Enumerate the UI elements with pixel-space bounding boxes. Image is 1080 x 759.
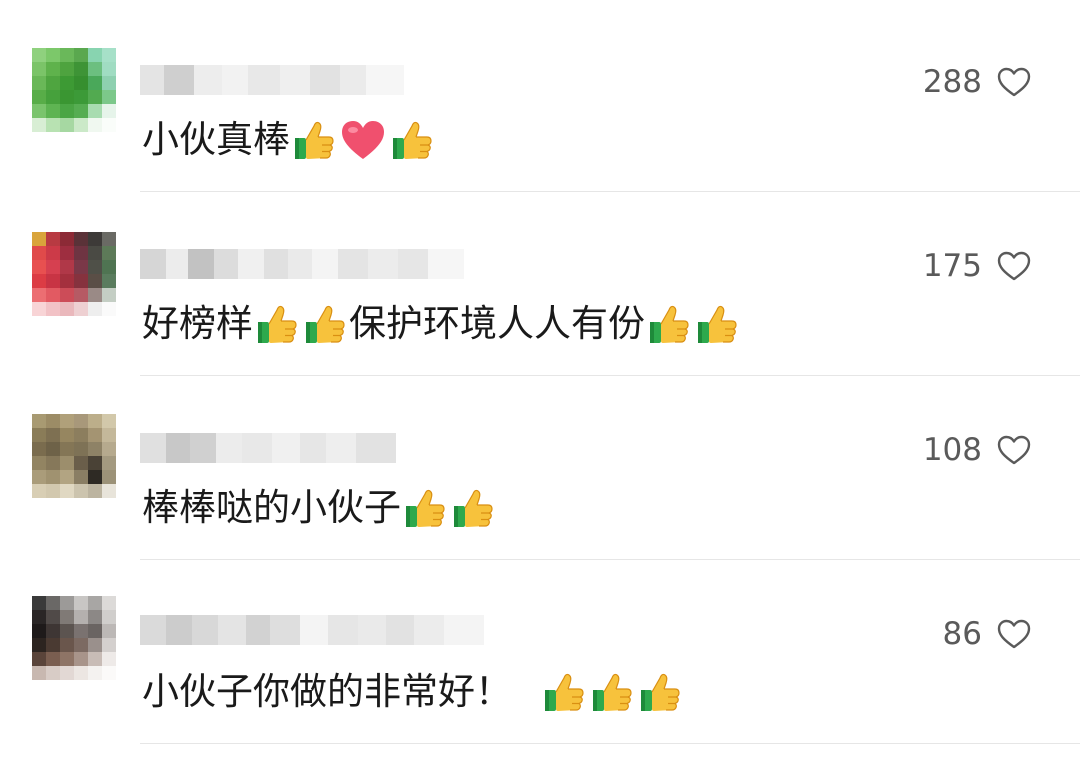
divider bbox=[140, 743, 1080, 744]
comment-text: 好榜样 保护环境人人有份 bbox=[142, 302, 741, 346]
heart-outline-icon[interactable] bbox=[996, 66, 1032, 98]
like-control[interactable]: 175 bbox=[923, 248, 1032, 284]
comment-item[interactable]: 好榜样 保护环境人人有份 175 bbox=[0, 184, 1080, 376]
like-count: 175 bbox=[922, 248, 982, 284]
like-count: 108 bbox=[922, 432, 982, 468]
username-blurred[interactable] bbox=[140, 613, 484, 647]
heart-outline-icon[interactable] bbox=[996, 618, 1032, 650]
comment-body-part-1: 好榜样 bbox=[142, 302, 253, 345]
comment-text: 小伙子你做的非常好！ bbox=[142, 670, 684, 714]
like-control[interactable]: 288 bbox=[923, 64, 1032, 100]
thumbs-up-emoji bbox=[292, 118, 336, 162]
username-blurred[interactable] bbox=[140, 431, 396, 465]
comment-body: 棒棒哒的小伙子 bbox=[142, 486, 401, 529]
thumbs-up-emoji bbox=[542, 670, 586, 714]
comment-item[interactable]: 小伙真棒 288 bbox=[0, 0, 1080, 192]
comment-item[interactable]: 棒棒哒的小伙子 108 bbox=[0, 368, 1080, 560]
avatar[interactable] bbox=[32, 596, 116, 680]
heart-outline-icon[interactable] bbox=[996, 250, 1032, 282]
comment-body: 小伙真棒 bbox=[142, 118, 290, 161]
thumbs-up-emoji bbox=[638, 670, 682, 714]
comment-text: 小伙真棒 bbox=[142, 118, 436, 162]
comment-text: 棒棒哒的小伙子 bbox=[142, 486, 497, 530]
heart-emoji bbox=[340, 118, 386, 162]
comment-body: 小伙子你做的非常好！ bbox=[142, 670, 512, 713]
avatar[interactable] bbox=[32, 48, 116, 132]
thumbs-up-emoji bbox=[590, 670, 634, 714]
thumbs-up-emoji bbox=[451, 486, 495, 530]
comment-body-part-2: 保护环境人人有份 bbox=[349, 302, 645, 345]
thumbs-up-emoji bbox=[403, 486, 447, 530]
comment-item[interactable]: 小伙子你做的非常好！ 86 bbox=[0, 552, 1080, 744]
thumbs-up-emoji bbox=[695, 302, 739, 346]
thumbs-up-emoji bbox=[390, 118, 434, 162]
like-count: 288 bbox=[922, 64, 982, 100]
like-count: 86 bbox=[942, 616, 982, 652]
username-blurred[interactable] bbox=[140, 63, 404, 97]
thumbs-up-emoji bbox=[647, 302, 691, 346]
like-control[interactable]: 86 bbox=[943, 616, 1032, 652]
thumbs-up-emoji bbox=[303, 302, 347, 346]
avatar[interactable] bbox=[32, 414, 116, 498]
username-blurred[interactable] bbox=[140, 247, 464, 281]
like-control[interactable]: 108 bbox=[923, 432, 1032, 468]
heart-outline-icon[interactable] bbox=[996, 434, 1032, 466]
thumbs-up-emoji bbox=[255, 302, 299, 346]
avatar[interactable] bbox=[32, 232, 116, 316]
